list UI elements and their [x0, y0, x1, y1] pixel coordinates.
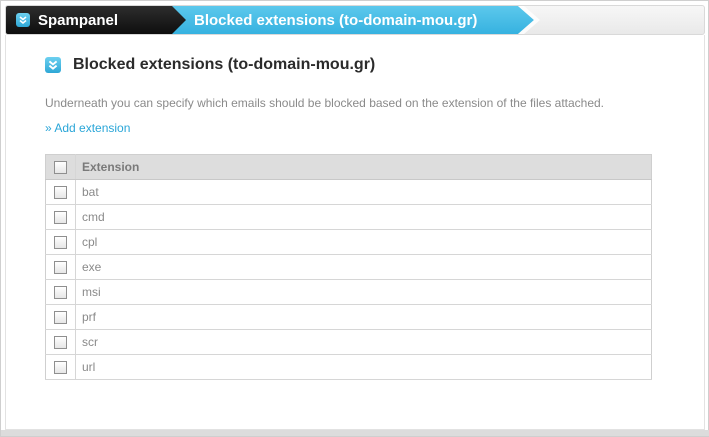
extension-name: msi: [75, 279, 652, 305]
extension-name: cpl: [75, 229, 652, 255]
page-description: Underneath you can specify which emails …: [45, 96, 605, 110]
page-title-text: Blocked extensions (to-domain-mou.gr): [73, 56, 376, 73]
select-all-checkbox[interactable]: [54, 161, 67, 175]
extensions-table: Extension bat cmd cpl exe msi prf scr ur…: [45, 154, 652, 380]
row-checkbox[interactable]: [54, 286, 67, 300]
column-header-extension[interactable]: Extension: [75, 154, 652, 180]
breadcrumb-current-label: Blocked extensions (to-domain-mou.gr): [194, 11, 478, 29]
row-checkbox[interactable]: [54, 311, 67, 325]
breadcrumb-root-label: Spampanel: [38, 11, 119, 29]
table-row: bat: [45, 179, 652, 205]
table-row: msi: [45, 279, 652, 305]
extension-name: cmd: [75, 204, 652, 230]
select-all-cell: [45, 154, 76, 180]
chevron-double-down-icon: [45, 57, 61, 73]
bottom-bar: [1, 430, 709, 436]
table-row: cpl: [45, 229, 652, 255]
page-title: Blocked extensions (to-domain-mou.gr): [45, 56, 375, 74]
table-row: url: [45, 354, 652, 380]
breadcrumb: Spampanel Blocked extensions (to-domain-…: [5, 5, 705, 35]
row-checkbox[interactable]: [54, 236, 67, 250]
table-header-row: Extension: [45, 154, 652, 180]
row-checkbox[interactable]: [54, 361, 67, 375]
table-row: cmd: [45, 204, 652, 230]
extension-name: bat: [75, 179, 652, 205]
extension-name: prf: [75, 304, 652, 330]
table-row: exe: [45, 254, 652, 280]
table-row: scr: [45, 329, 652, 355]
chevron-double-down-icon: [16, 13, 30, 27]
app-frame: Spampanel Blocked extensions (to-domain-…: [0, 0, 709, 437]
row-checkbox[interactable]: [54, 186, 67, 200]
row-checkbox[interactable]: [54, 211, 67, 225]
extension-name: scr: [75, 329, 652, 355]
row-checkbox[interactable]: [54, 261, 67, 275]
extension-name: url: [75, 354, 652, 380]
row-checkbox[interactable]: [54, 336, 67, 350]
extension-name: exe: [75, 254, 652, 280]
add-extension-link[interactable]: » Add extension: [45, 121, 130, 135]
breadcrumb-current: Blocked extensions (to-domain-mou.gr): [172, 6, 534, 34]
breadcrumb-spampanel[interactable]: Spampanel: [6, 6, 188, 34]
table-row: prf: [45, 304, 652, 330]
